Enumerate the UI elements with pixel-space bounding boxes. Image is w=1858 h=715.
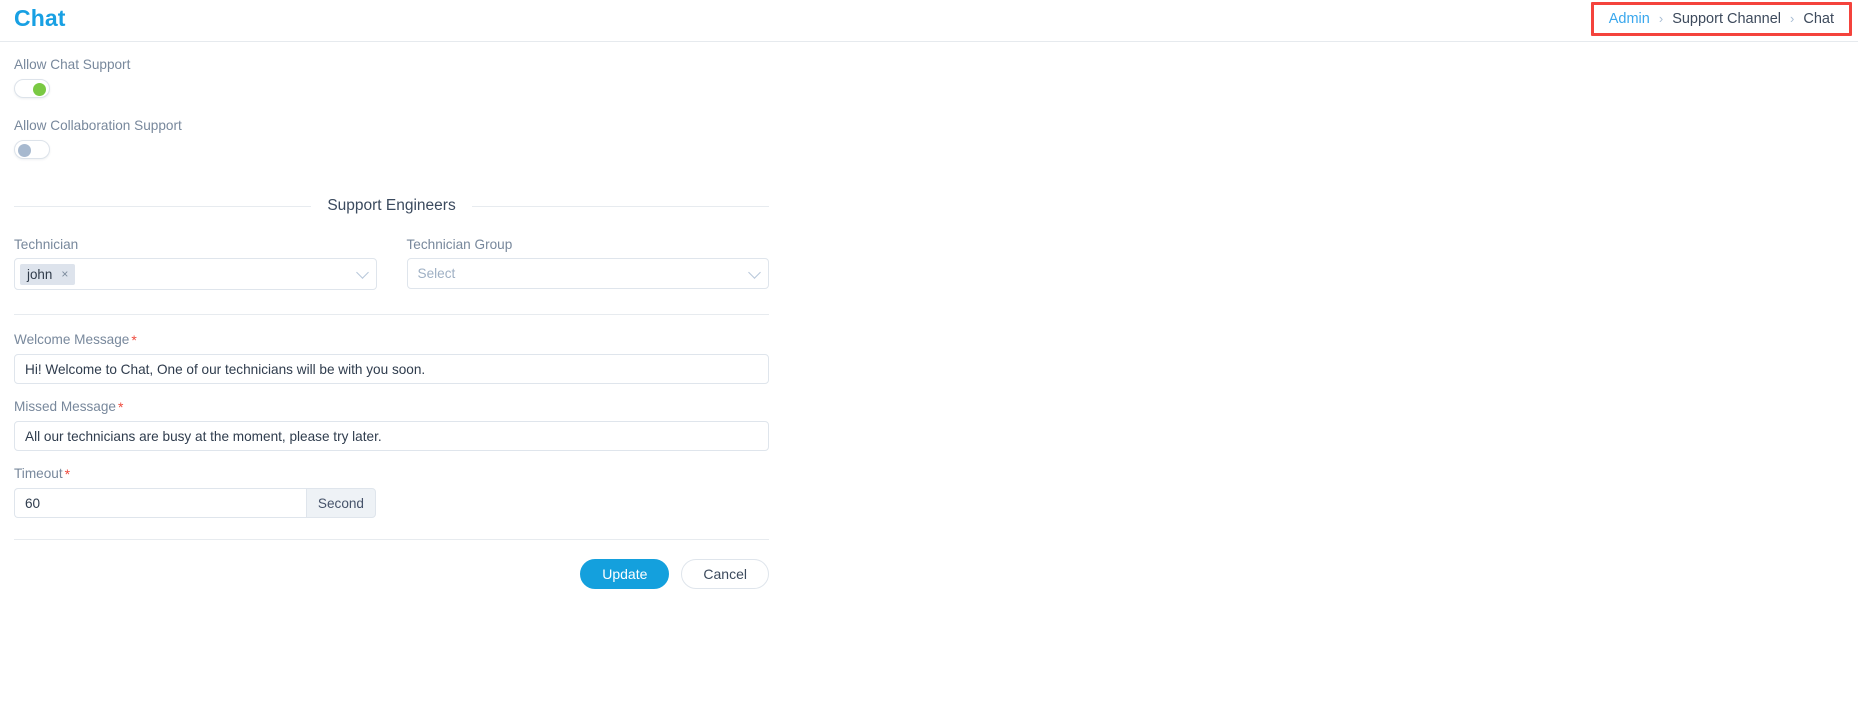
allow-chat-support-group: Allow Chat Support — [14, 57, 1844, 103]
technician-field-group: Technician john × — [14, 237, 377, 290]
timeout-label-text: Timeout — [14, 466, 63, 481]
breadcrumb-item-admin[interactable]: Admin — [1600, 11, 1659, 27]
technician-group-placeholder: Select — [417, 266, 456, 281]
timeout-input[interactable] — [14, 488, 306, 518]
technician-chip-label: john — [27, 266, 53, 282]
chevron-right-icon: › — [1658, 10, 1664, 26]
timeout-label: Timeout * — [14, 466, 1844, 482]
welcome-message-label: Welcome Message * — [14, 332, 1844, 348]
toggle-knob — [33, 82, 46, 96]
timeout-unit-addon: Second — [305, 488, 376, 518]
timeout-input-group: Second — [14, 488, 376, 518]
section-divider — [14, 314, 769, 315]
technician-group-field-group: Technician Group Select — [406, 237, 769, 290]
form-actions: Update Cancel — [14, 540, 769, 589]
engineers-row: Technician john × Technician Group Selec… — [14, 237, 769, 290]
allow-collaboration-support-group: Allow Collaboration Support — [14, 118, 1844, 164]
allow-chat-support-toggle[interactable] — [14, 79, 50, 98]
technician-group-label: Technician Group — [406, 237, 513, 252]
breadcrumb: Admin › Support Channel › Chat — [1590, 2, 1852, 36]
welcome-message-label-text: Welcome Message — [14, 332, 130, 347]
update-button[interactable]: Update — [580, 559, 670, 589]
chevron-right-icon: › — [1790, 10, 1795, 26]
section-title: Support Engineers — [327, 197, 456, 214]
divider-right — [471, 205, 770, 207]
allow-collaboration-support-toggle[interactable] — [14, 140, 50, 159]
page-header: Chat Admin › Support Channel › Chat — [0, 0, 1858, 42]
welcome-message-group: Welcome Message * — [14, 332, 1844, 384]
missed-message-input[interactable] — [14, 421, 769, 451]
close-icon[interactable]: × — [61, 268, 68, 280]
technician-select[interactable]: john × — [14, 258, 377, 290]
breadcrumb-item-chat: Chat — [1803, 11, 1834, 27]
missed-message-label: Missed Message * — [14, 399, 1844, 415]
allow-collaboration-support-label: Allow Collaboration Support — [14, 118, 182, 133]
allow-chat-support-label: Allow Chat Support — [14, 57, 131, 72]
chevron-down-icon — [355, 266, 369, 279]
welcome-message-input[interactable] — [14, 354, 769, 384]
missed-message-group: Missed Message * — [14, 399, 1844, 451]
required-asterisk: * — [118, 399, 124, 415]
settings-form: Allow Chat Support Allow Collaboration S… — [0, 57, 1858, 589]
toggle-knob — [18, 143, 31, 157]
chat-settings-page: Chat Admin › Support Channel › Chat Allo… — [0, 0, 1858, 715]
technician-label: Technician — [14, 237, 79, 252]
missed-message-label-text: Missed Message — [14, 399, 116, 414]
breadcrumb-item-support-channel[interactable]: Support Channel — [1663, 11, 1790, 27]
required-asterisk: * — [131, 332, 137, 348]
divider-left — [14, 205, 312, 207]
technician-group-select[interactable]: Select — [406, 258, 769, 289]
technician-chip: john × — [20, 263, 76, 285]
required-asterisk: * — [64, 466, 71, 482]
chevron-down-icon — [748, 265, 761, 279]
cancel-button[interactable]: Cancel — [681, 559, 769, 589]
timeout-group: Timeout* Second — [14, 466, 1844, 518]
support-engineers-section-header: Support Engineers — [14, 197, 770, 215]
page-title: Chat — [14, 5, 66, 31]
